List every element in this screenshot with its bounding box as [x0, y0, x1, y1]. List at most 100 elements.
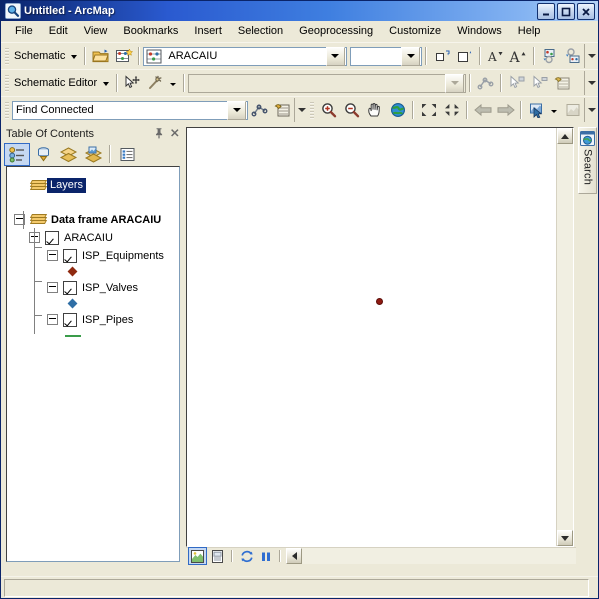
menu-customize[interactable]: Customize: [381, 22, 449, 40]
close-button[interactable]: [577, 3, 595, 20]
search-globe-icon: [580, 131, 595, 146]
status-bar: [1, 576, 598, 598]
decrease-font-size-button[interactable]: A: [484, 45, 507, 67]
schematic-menu-label[interactable]: Schematic: [12, 50, 68, 62]
chevron-down-icon[interactable]: [551, 109, 557, 113]
increase-symbol-size-button[interactable]: [453, 45, 476, 67]
zoom-in-button[interactable]: [317, 99, 340, 121]
chevron-down-icon[interactable]: [227, 100, 246, 120]
menu-selection[interactable]: Selection: [230, 22, 291, 40]
schematic-node-refresh-button[interactable]: [538, 45, 561, 67]
schematic-diagram-combo[interactable]: ARACAIU: [143, 46, 347, 66]
toc-item-layers[interactable]: Layers: [7, 177, 179, 194]
toc-options-button[interactable]: [115, 144, 139, 165]
list-by-drawing-order-button[interactable]: [4, 142, 30, 166]
layer-visibility-checkbox[interactable]: [45, 230, 59, 245]
close-icon[interactable]: [170, 127, 180, 139]
menu-windows[interactable]: Windows: [449, 22, 510, 40]
toc-item-data-frame[interactable]: Data frame ARACAIU: [7, 211, 179, 228]
scroll-down-arrow[interactable]: [557, 530, 573, 546]
map-vertical-scrollbar[interactable]: [556, 128, 573, 546]
clear-selection-button[interactable]: [561, 99, 584, 121]
schematic-diagram-icon: [146, 49, 162, 64]
toc-item-isp-valves[interactable]: ISP_Valves: [7, 279, 179, 296]
full-extent-button[interactable]: [386, 99, 409, 121]
toolbar-grip[interactable]: [310, 101, 314, 119]
go-forward-extent-button[interactable]: [494, 99, 517, 121]
minimize-button[interactable]: [537, 3, 555, 20]
menu-help[interactable]: Help: [510, 22, 549, 40]
select-link-button[interactable]: [528, 72, 551, 94]
chevron-down-icon[interactable]: [325, 46, 345, 66]
list-by-selection-button[interactable]: [81, 144, 105, 165]
toc-item-isp-equipments[interactable]: ISP_Equipments: [7, 247, 179, 264]
pin-icon[interactable]: [154, 127, 164, 139]
toc-tree[interactable]: Layers Data frame ARACAIU ARACAIU ISP_Eq…: [6, 166, 180, 562]
move-element-tool[interactable]: [121, 72, 144, 94]
increase-font-size-button[interactable]: A: [507, 45, 530, 67]
select-node-button[interactable]: [505, 72, 528, 94]
list-by-visibility-button[interactable]: [56, 144, 80, 165]
editor-target-combo[interactable]: [188, 73, 467, 93]
schematic-editor-tool[interactable]: [144, 72, 167, 94]
chevron-down-icon[interactable]: [445, 73, 465, 93]
maximize-button[interactable]: [557, 3, 575, 20]
toolbar-grip[interactable]: [5, 74, 9, 92]
new-diagram-button[interactable]: [112, 45, 135, 67]
toolbar-overflow-chevron[interactable]: [294, 98, 308, 122]
list-by-source-button[interactable]: [31, 144, 55, 165]
expander-icon[interactable]: [47, 282, 58, 293]
layout-view-button[interactable]: [209, 548, 226, 564]
toc-item-isp-pipes[interactable]: ISP_Pipes: [7, 311, 179, 328]
toolbar-overflow-chevron[interactable]: [584, 98, 598, 122]
toolbar-overflow-chevron[interactable]: [584, 71, 598, 95]
toolbar-overflow-chevron[interactable]: [584, 44, 598, 68]
schematic-editor-menu-label[interactable]: Schematic Editor: [12, 77, 100, 89]
trace-results-button[interactable]: [271, 99, 294, 121]
chevron-down-icon[interactable]: [103, 82, 110, 86]
schematic-task-combo[interactable]: Find Connected: [12, 100, 248, 120]
map-point-feature[interactable]: [376, 299, 382, 305]
layers-stack-icon: [29, 179, 48, 192]
chevron-down-icon[interactable]: [170, 82, 177, 86]
menu-bookmarks[interactable]: Bookmarks: [115, 22, 186, 40]
zoom-out-button[interactable]: [340, 99, 363, 121]
menu-edit[interactable]: Edit: [41, 22, 76, 40]
fixed-zoom-in-button[interactable]: [417, 99, 440, 121]
reduce-symbol-size-button[interactable]: [430, 45, 453, 67]
toolbar-grip[interactable]: [5, 101, 9, 119]
pause-drawing-button[interactable]: [257, 548, 274, 564]
layer-visibility-checkbox[interactable]: [63, 312, 77, 327]
menu-insert[interactable]: Insert: [186, 22, 230, 40]
menu-view[interactable]: View: [76, 22, 116, 40]
trace-tool-button[interactable]: [248, 99, 271, 121]
open-diagram-button[interactable]: [89, 45, 112, 67]
toggle-draw-button[interactable]: [286, 548, 302, 564]
menu-geoprocessing[interactable]: Geoprocessing: [291, 22, 381, 40]
chevron-down-icon[interactable]: [401, 46, 420, 66]
scroll-up-arrow[interactable]: [557, 128, 573, 144]
schematic-layer-combo[interactable]: [349, 46, 422, 66]
expander-icon[interactable]: [47, 250, 58, 261]
map-horizontal-scrollbar[interactable]: [186, 547, 576, 565]
schematic-attributes-button[interactable]: [551, 72, 574, 94]
expander-icon[interactable]: [47, 314, 58, 325]
menu-file[interactable]: File: [7, 22, 41, 40]
go-back-extent-button[interactable]: [471, 99, 494, 121]
select-features-button[interactable]: [525, 99, 548, 121]
refresh-view-button[interactable]: [238, 548, 255, 564]
toc-item-aracaiu[interactable]: ARACAIU: [7, 229, 179, 246]
pan-button[interactable]: [363, 99, 386, 121]
toc-item-isp-equipments-label: ISP_Equipments: [82, 249, 164, 262]
fixed-zoom-out-button[interactable]: [440, 99, 463, 121]
layer-visibility-checkbox[interactable]: [63, 248, 77, 263]
toolbar-grip[interactable]: [5, 47, 9, 65]
search-panel-tab[interactable]: Search: [578, 127, 597, 195]
data-view-button[interactable]: [188, 547, 207, 565]
edit-link-vertices-button[interactable]: [474, 72, 497, 94]
map-canvas[interactable]: [187, 128, 556, 546]
schematic-link-refresh-button[interactable]: [561, 45, 584, 67]
layer-visibility-checkbox[interactable]: [63, 280, 77, 295]
search-dock: Search: [577, 125, 598, 564]
chevron-down-icon[interactable]: [71, 55, 78, 59]
